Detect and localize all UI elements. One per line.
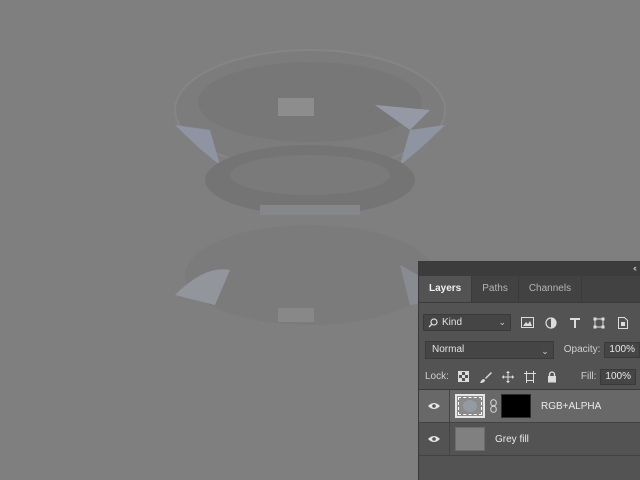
- shape-filter-icon[interactable]: [591, 315, 607, 331]
- opacity-input[interactable]: 100%: [604, 341, 640, 358]
- adjustment-filter-icon[interactable]: [543, 315, 559, 331]
- layer-mask-thumbnail[interactable]: [501, 394, 531, 418]
- layers-panel: ‹‹ Layers Paths Channels Kind ⌄ Normal ⌄…: [418, 261, 640, 480]
- mask-link-icon[interactable]: [489, 399, 497, 413]
- blend-mode-select[interactable]: Normal ⌄: [425, 340, 554, 359]
- visibility-eye-icon[interactable]: [419, 423, 450, 455]
- collapse-panel-icon[interactable]: ‹‹: [633, 263, 637, 273]
- layer-row-grey-fill[interactable]: Grey fill: [419, 423, 640, 456]
- search-icon: [428, 317, 438, 327]
- blend-mode-value: Normal: [432, 343, 465, 355]
- tab-layers[interactable]: Layers: [419, 276, 473, 302]
- lock-transparent-icon[interactable]: [457, 370, 471, 384]
- opacity-label: Opacity:: [563, 344, 601, 355]
- fill-input[interactable]: 100%: [600, 368, 636, 385]
- tab-channels[interactable]: Channels: [519, 276, 583, 302]
- ghost-glass-image: [174, 49, 446, 325]
- layer-row-rgb-alpha[interactable]: RGB+ALPHA: [419, 390, 640, 423]
- lock-row: Lock: Fill: 100%: [419, 363, 640, 390]
- image-filter-icon[interactable]: [519, 315, 535, 331]
- chevron-down-icon: ⌄: [541, 345, 549, 356]
- layer-name[interactable]: RGB+ALPHA: [541, 401, 601, 412]
- panel-collapse-bar[interactable]: ‹‹: [419, 262, 640, 276]
- lock-icons: [457, 370, 559, 384]
- chevron-down-icon: ⌄: [498, 317, 506, 327]
- blend-row: Normal ⌄ Opacity: 100%: [419, 336, 640, 363]
- filter-kind-label: Kind: [442, 317, 463, 328]
- type-filter-icon[interactable]: [567, 315, 583, 331]
- lock-artboard-icon[interactable]: [523, 370, 537, 384]
- filter-kind-select[interactable]: Kind ⌄: [423, 314, 511, 331]
- lock-position-icon[interactable]: [501, 370, 515, 384]
- layer-list: RGB+ALPHA Grey fill: [419, 389, 640, 456]
- tab-paths[interactable]: Paths: [472, 276, 519, 302]
- visibility-eye-icon[interactable]: [419, 390, 450, 422]
- lock-paint-icon[interactable]: [479, 370, 493, 384]
- layer-name[interactable]: Grey fill: [495, 434, 529, 445]
- layer-thumbnail[interactable]: [455, 394, 485, 418]
- panel-tabs: Layers Paths Channels: [419, 276, 640, 303]
- fill-label: Fill:: [580, 371, 597, 382]
- layer-thumbnail[interactable]: [455, 427, 485, 451]
- lock-all-icon[interactable]: [545, 370, 559, 384]
- filter-row: Kind ⌄: [419, 309, 640, 336]
- smart-object-filter-icon[interactable]: [615, 315, 631, 331]
- filter-icons: [519, 315, 631, 331]
- lock-label: Lock:: [425, 371, 449, 382]
